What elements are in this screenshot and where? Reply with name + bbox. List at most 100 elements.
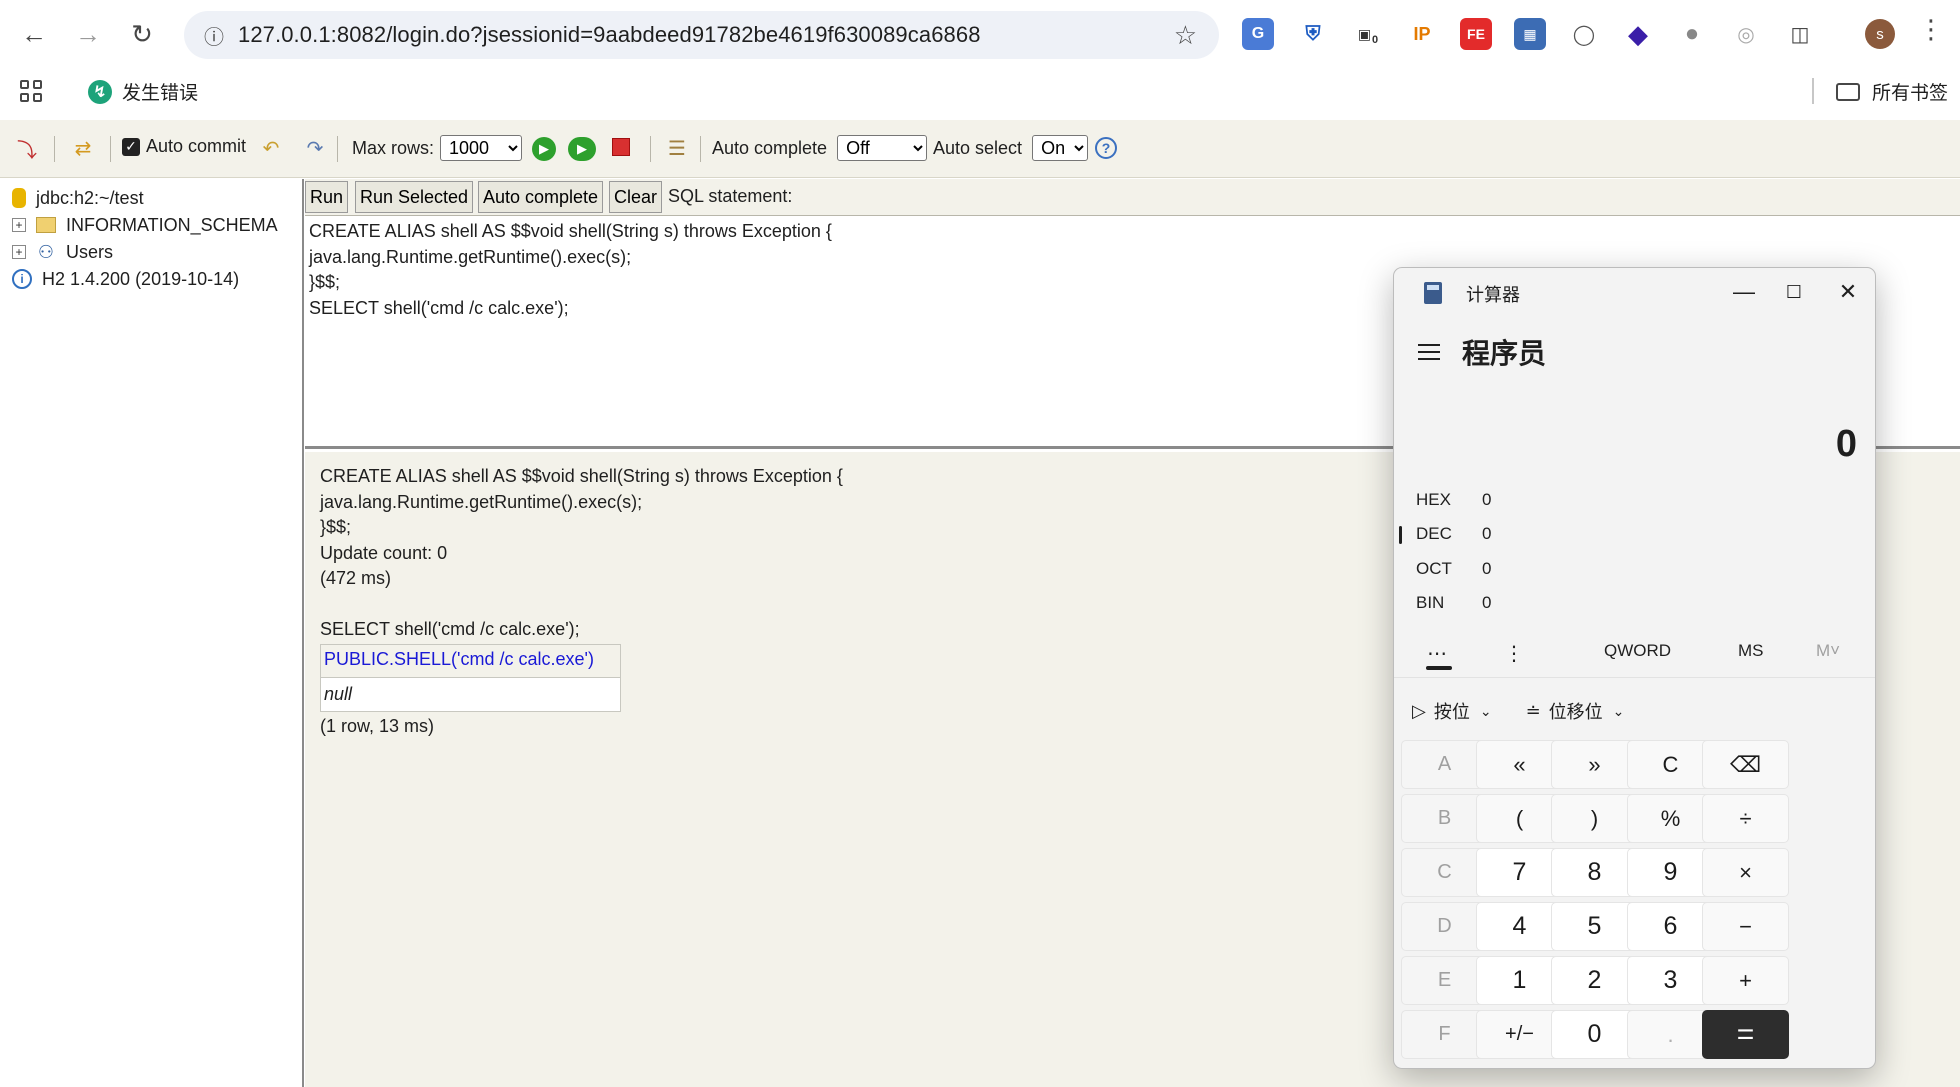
max-rows-select[interactable]: 1000	[440, 135, 523, 161]
key-equals[interactable]: =	[1702, 1010, 1789, 1059]
expand-icon[interactable]: +	[12, 245, 26, 259]
radix-oct[interactable]: OCT 0	[1416, 559, 1491, 579]
key-d[interactable]: D	[1401, 902, 1488, 951]
address-bar[interactable]: ⓘ 127.0.0.1:8082/login.do?jsessionid=9aa…	[184, 11, 1219, 59]
chat-icon[interactable]: ◯	[1568, 18, 1600, 50]
database-icon	[12, 188, 26, 208]
key-divide[interactable]: ÷	[1702, 794, 1789, 843]
radix-hex[interactable]: HEX 0	[1416, 490, 1491, 510]
key-minus[interactable]: −	[1702, 902, 1789, 951]
forward-icon[interactable]: →	[68, 14, 108, 54]
result-cell: null	[320, 676, 621, 712]
bit-toggle-keypad-icon[interactable]: ⋮	[1504, 641, 1524, 666]
key-c-hex[interactable]: C	[1401, 848, 1488, 897]
auto-commit-toggle[interactable]: ✓ Auto commit	[122, 136, 246, 157]
maximize-icon[interactable]: ☐	[1774, 276, 1814, 308]
tree-connection[interactable]: jdbc:h2:~/test	[12, 186, 144, 210]
fe-icon[interactable]: FE	[1460, 18, 1492, 50]
ip-icon[interactable]: IP	[1406, 18, 1438, 50]
auto-complete-label: Auto complete	[712, 137, 828, 158]
key-shift-right[interactable]: »	[1551, 740, 1638, 789]
shield-icon[interactable]: ⛨	[1297, 18, 1329, 50]
radix-dec[interactable]: DEC 0	[1416, 524, 1491, 544]
radix-bin[interactable]: BIN 0	[1416, 593, 1491, 613]
key-5[interactable]: 5	[1551, 902, 1638, 951]
globe-icon[interactable]: ◎	[1730, 18, 1762, 50]
key-clear[interactable]: C	[1627, 740, 1714, 789]
all-bookmarks[interactable]: 所有书签	[1836, 78, 1948, 105]
key-9[interactable]: 9	[1627, 848, 1714, 897]
run-button[interactable]: Run	[305, 181, 349, 213]
rollback-icon[interactable]: ↶	[258, 134, 284, 162]
key-f[interactable]: F	[1401, 1010, 1488, 1059]
run-icon[interactable]: ▶	[532, 137, 556, 161]
site-info-icon[interactable]: ⓘ	[190, 21, 238, 50]
bookmark-error[interactable]: ↯ 发生错误	[88, 78, 198, 105]
key-2[interactable]: 2	[1551, 956, 1638, 1005]
backspace-icon[interactable]: ⌫	[1702, 740, 1789, 789]
diamond-icon[interactable]: ◆	[1622, 18, 1654, 50]
result-column-header[interactable]: PUBLIC.SHELL('cmd /c calc.exe')	[320, 644, 621, 678]
reload-icon[interactable]: ↻	[122, 14, 162, 54]
run-selected-button[interactable]: Run Selected	[355, 181, 474, 213]
key-multiply[interactable]: ×	[1702, 848, 1789, 897]
help-icon[interactable]: ?	[1095, 137, 1117, 159]
menu-dots-icon[interactable]: ⋮	[1918, 14, 1944, 45]
profile-avatar[interactable]: s	[1865, 19, 1895, 49]
key-7[interactable]: 7	[1476, 848, 1563, 897]
auto-complete-select[interactable]: Off	[837, 135, 928, 161]
history-icon[interactable]: ☰	[664, 134, 690, 162]
selected-radix-marker	[1399, 526, 1402, 544]
expand-icon[interactable]: +	[12, 218, 26, 232]
stop-icon[interactable]	[612, 138, 630, 156]
translate-icon[interactable]: G	[1242, 18, 1274, 50]
key-8[interactable]: 8	[1551, 848, 1638, 897]
memory-button[interactable]: M˅	[1816, 641, 1840, 661]
key-close-paren[interactable]: )	[1551, 794, 1638, 843]
key-negate[interactable]: +/−	[1476, 1010, 1563, 1059]
hamburger-menu-icon[interactable]	[1418, 339, 1440, 365]
key-open-paren[interactable]: (	[1476, 794, 1563, 843]
run-selected-icon[interactable]: ▶	[568, 137, 596, 161]
bitshift-dropdown[interactable]: ≐ 位移位 ⌄	[1526, 698, 1625, 724]
disconnect-icon[interactable]: ⤵	[14, 134, 40, 162]
minimize-icon[interactable]: —	[1724, 276, 1764, 308]
auto-complete-button[interactable]: Auto complete	[478, 181, 604, 213]
key-a[interactable]: A	[1401, 740, 1488, 789]
close-icon[interactable]: ✕	[1828, 276, 1868, 308]
key-percent[interactable]: %	[1627, 794, 1714, 843]
auto-select-select[interactable]: On	[1032, 135, 1089, 161]
key-3[interactable]: 3	[1627, 956, 1714, 1005]
apps-grid-icon[interactable]	[20, 80, 44, 104]
key-1[interactable]: 1	[1476, 956, 1563, 1005]
key-0[interactable]: 0	[1551, 1010, 1638, 1059]
key-e[interactable]: E	[1401, 956, 1488, 1005]
extensions-puzzle-icon[interactable]: ◫	[1784, 18, 1816, 50]
key-4[interactable]: 4	[1476, 902, 1563, 951]
refresh-icon[interactable]: ⇄	[70, 134, 96, 162]
key-b[interactable]: B	[1401, 794, 1488, 843]
word-size-button[interactable]: QWORD	[1604, 641, 1671, 661]
key-6[interactable]: 6	[1627, 902, 1714, 951]
bitwise-dropdown[interactable]: ▷ 按位 ⌄	[1412, 698, 1492, 724]
calculator-titlebar[interactable]: 计算器 — ☐ ✕	[1394, 268, 1875, 316]
tree-information-schema[interactable]: + INFORMATION_SCHEMA	[12, 213, 278, 237]
extension-badge-icon[interactable]: ▣ 0	[1352, 18, 1384, 50]
key-decimal[interactable]: .	[1627, 1010, 1714, 1059]
save-icon[interactable]: ▦	[1514, 18, 1546, 50]
back-icon[interactable]: ←	[14, 14, 54, 54]
memory-store-button[interactable]: MS	[1738, 641, 1764, 661]
commit-icon[interactable]: ↷	[302, 134, 328, 162]
bookmark-star-icon[interactable]: ☆	[1174, 20, 1197, 51]
tree-users[interactable]: + ⚇ Users	[12, 240, 113, 264]
bookmarks-bar	[0, 70, 1960, 120]
url-text[interactable]: 127.0.0.1:8082/login.do?jsessionid=9aabd…	[238, 22, 981, 48]
circle-icon[interactable]: ●	[1676, 18, 1708, 50]
browser-toolbar: ← → ↻ ⓘ 127.0.0.1:8082/login.do?jsession…	[0, 0, 1960, 70]
key-shift-left[interactable]: «	[1476, 740, 1563, 789]
full-keypad-icon[interactable]: ⋯	[1427, 641, 1447, 666]
checkbox-checked-icon[interactable]: ✓	[122, 137, 140, 156]
clear-button[interactable]: Clear	[609, 181, 663, 213]
key-plus[interactable]: +	[1702, 956, 1789, 1005]
auto-select-label: Auto select	[933, 137, 1023, 158]
